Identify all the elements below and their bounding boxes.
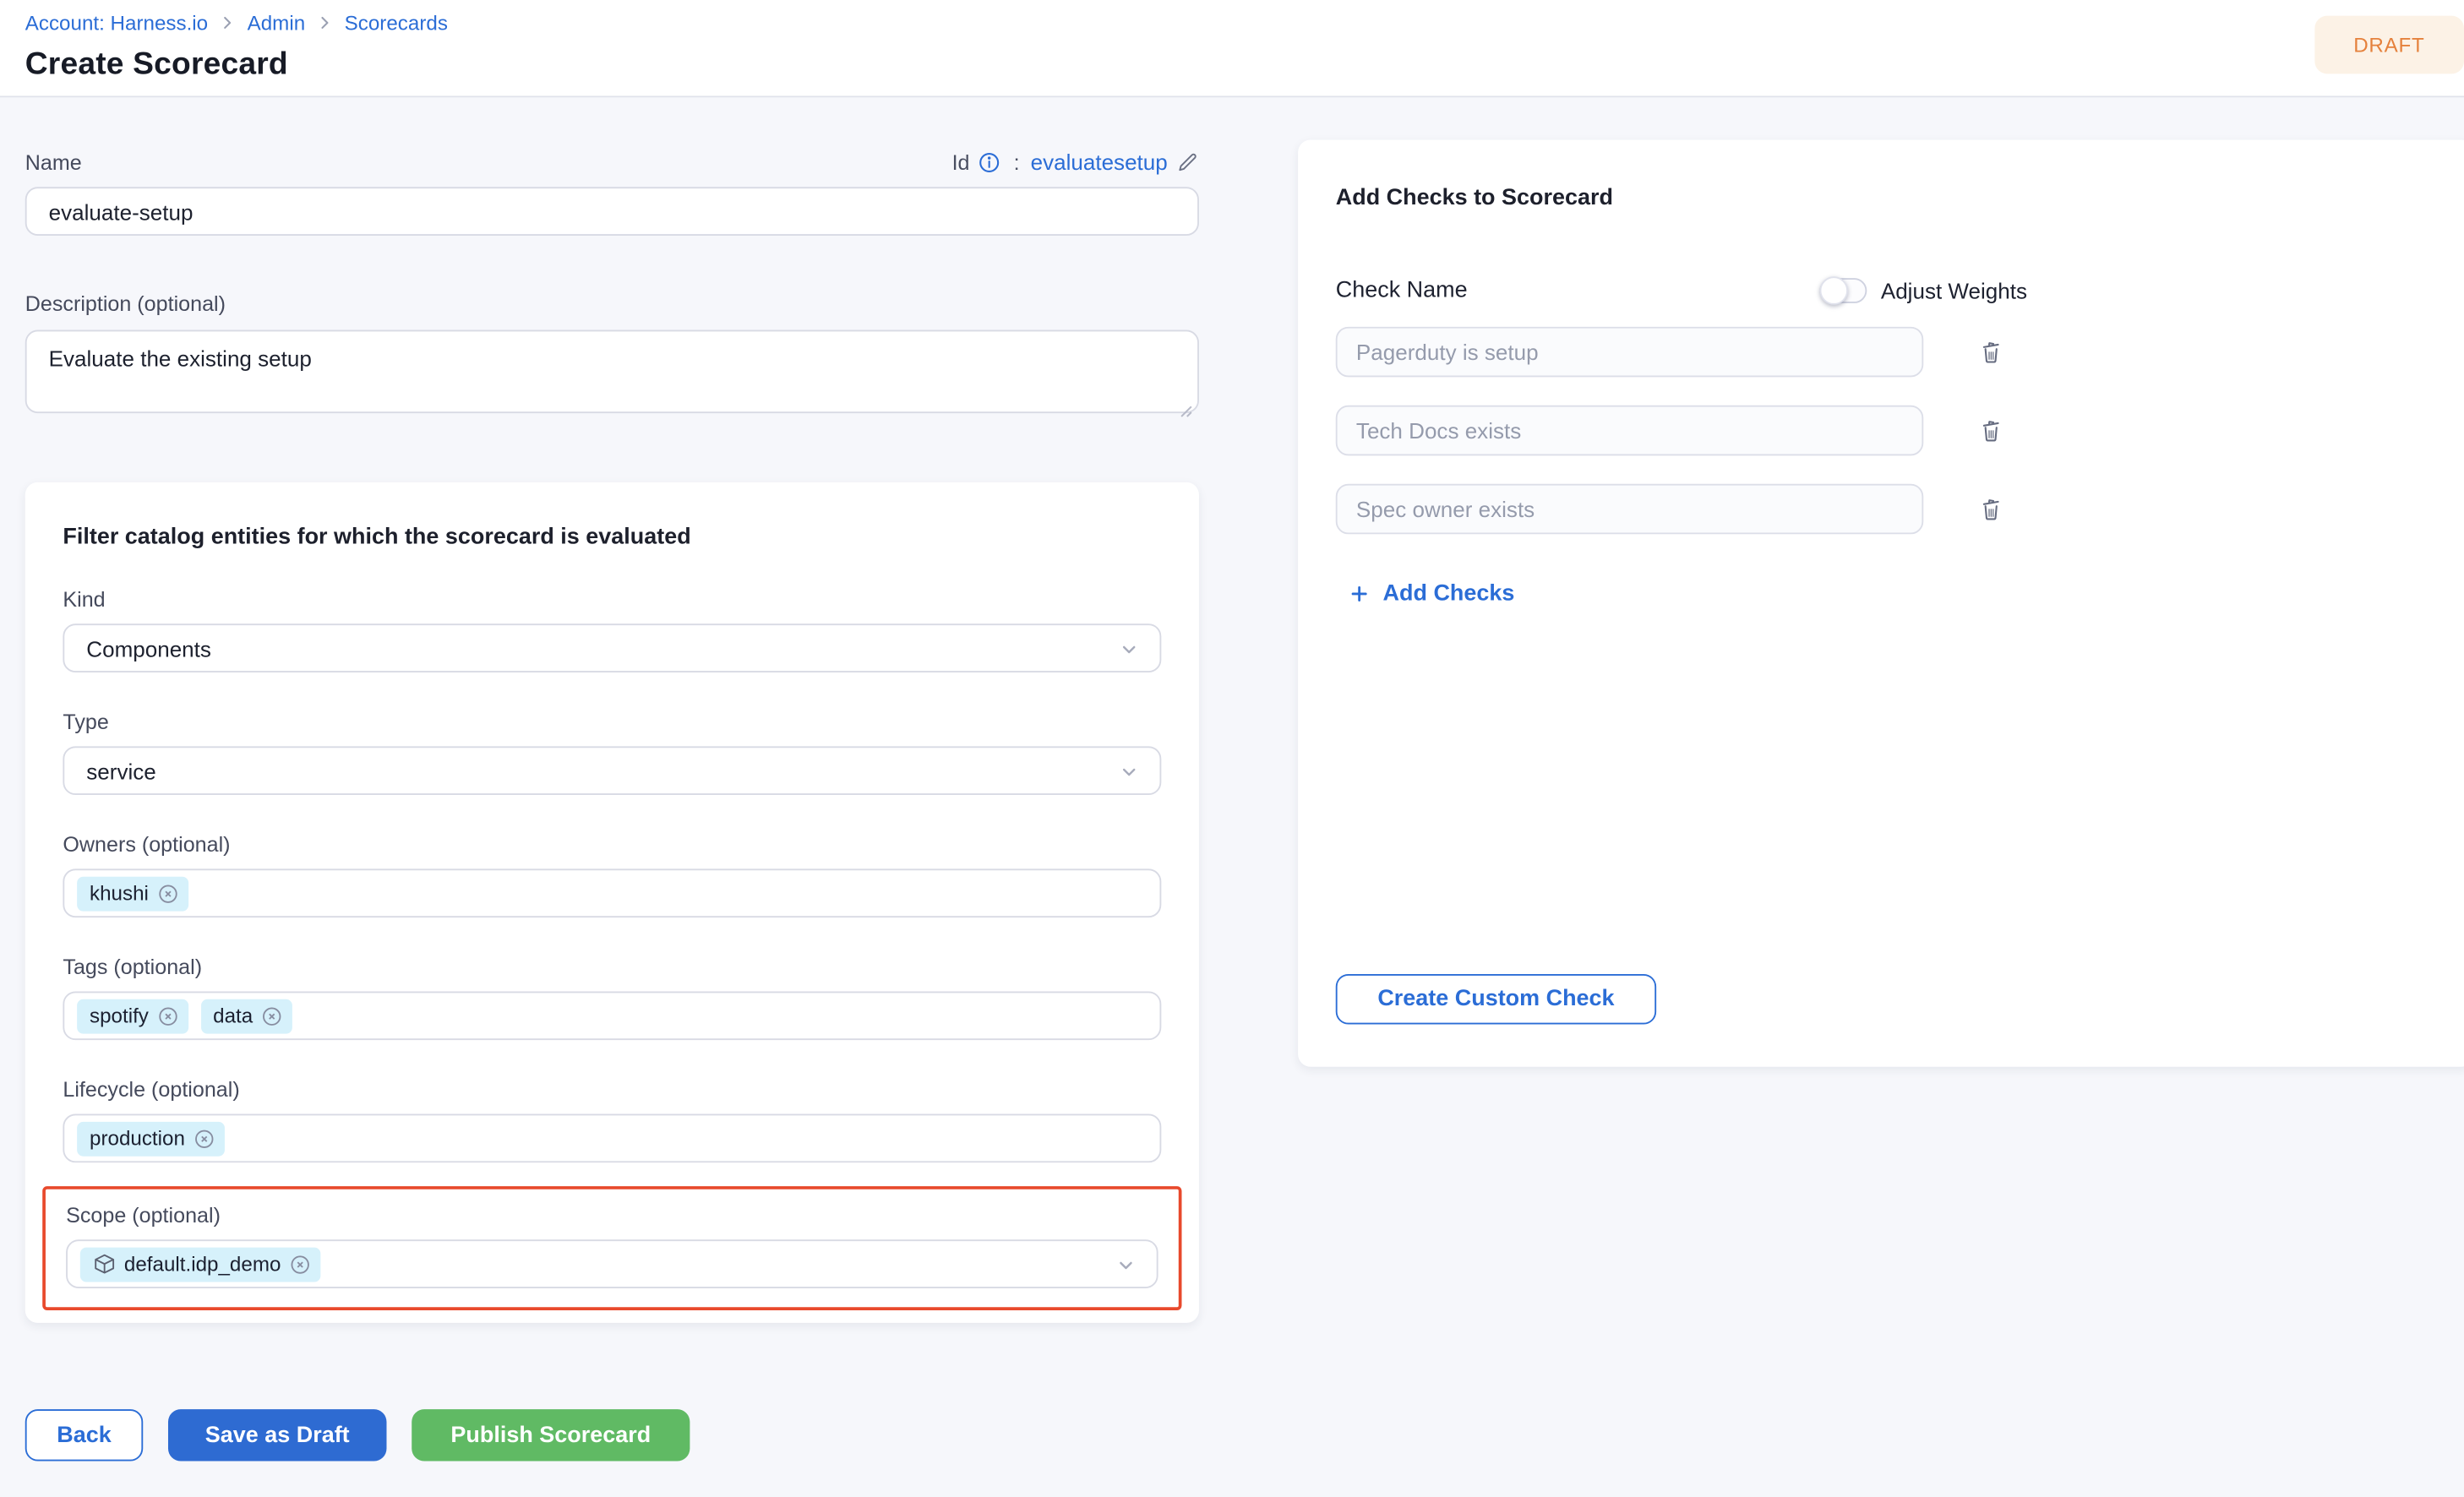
scope-highlight-box: Scope (optional) default.idp_demo	[42, 1186, 1181, 1310]
adjust-weights-group: Adjust Weights	[1819, 278, 2027, 303]
scorecard-id-row: Id : evaluatesetup	[952, 150, 1199, 175]
page-title: Create Scorecard	[25, 47, 2439, 84]
scope-chip: default.idp_demo	[80, 1247, 320, 1282]
breadcrumb-admin-link[interactable]: Admin	[248, 10, 306, 34]
kind-select[interactable]: Components	[63, 623, 1161, 672]
description-label: Description (optional)	[25, 292, 1199, 316]
type-select[interactable]: service	[63, 746, 1161, 795]
adjust-weights-label: Adjust Weights	[1881, 278, 2027, 303]
check-name-input[interactable]: Spec owner exists	[1336, 484, 1924, 535]
id-label: Id	[952, 150, 970, 174]
check-name-input[interactable]: Pagerduty is setup	[1336, 327, 1924, 378]
id-separator: :	[1014, 150, 1020, 174]
description-textarea[interactable]: Evaluate the existing setup	[25, 330, 1199, 414]
chevron-down-icon	[1115, 1255, 1136, 1276]
lifecycle-chip: production	[77, 1121, 224, 1156]
tag-chip: spotify	[77, 999, 188, 1033]
lifecycle-label: Lifecycle (optional)	[63, 1078, 1161, 1102]
content-area: Name Id : evaluatesetup Description (opt…	[0, 97, 2464, 1497]
create-custom-check-button[interactable]: Create Custom Check	[1336, 974, 1656, 1025]
type-group: Type service	[63, 710, 1161, 795]
lifecycle-input[interactable]: production	[63, 1114, 1161, 1163]
check-header-row: Check Name Adjust Weights	[1336, 278, 2027, 303]
adjust-weights-toggle[interactable]	[1819, 278, 1867, 303]
tag-chip: data	[200, 999, 292, 1033]
plus-icon	[1349, 583, 1371, 605]
check-rows: Pagerduty is setup Tech Docs exists	[1336, 327, 2436, 534]
cube-icon	[93, 1252, 117, 1276]
tags-label: Tags (optional)	[63, 955, 1161, 979]
resize-handle[interactable]	[1179, 398, 1193, 412]
add-checks-button[interactable]: Add Checks	[1349, 581, 1515, 607]
type-label: Type	[63, 710, 1161, 734]
check-row: Pagerduty is setup	[1336, 327, 2436, 378]
back-button[interactable]: Back	[25, 1409, 143, 1461]
check-name-input[interactable]: Tech Docs exists	[1336, 406, 1924, 456]
trash-icon[interactable]	[1977, 495, 2005, 523]
lifecycle-group: Lifecycle (optional) production	[63, 1078, 1161, 1162]
scorecard-id-value[interactable]: evaluatesetup	[1031, 150, 1168, 175]
name-input[interactable]	[25, 187, 1199, 236]
check-row: Tech Docs exists	[1336, 406, 2436, 456]
check-row: Spec owner exists	[1336, 484, 2436, 535]
description-field: Evaluate the existing setup	[25, 330, 1199, 422]
status-badge: DRAFT	[2314, 16, 2464, 74]
chip-close-icon[interactable]	[193, 1127, 215, 1149]
chip-close-icon[interactable]	[156, 1004, 178, 1026]
save-as-draft-button[interactable]: Save as Draft	[168, 1409, 386, 1461]
chip-close-icon[interactable]	[289, 1253, 311, 1275]
chip-close-icon[interactable]	[261, 1004, 283, 1026]
scope-chip-label: default.idp_demo	[124, 1252, 281, 1276]
filter-heading: Filter catalog entities for which the sc…	[63, 525, 1161, 550]
owner-chip: khushi	[77, 876, 188, 911]
kind-label: Kind	[63, 588, 1161, 612]
chip-close-icon[interactable]	[156, 882, 178, 904]
page-header: Account: Harness.io Admin Scorecards Cre…	[0, 0, 2464, 97]
trash-icon[interactable]	[1977, 338, 2005, 366]
toggle-knob	[1819, 276, 1847, 304]
create-scorecard-page: Account: Harness.io Admin Scorecards Cre…	[0, 0, 2464, 1497]
kind-value: Components	[86, 635, 211, 661]
footer-actions: Back Save as Draft Publish Scorecard	[25, 1409, 690, 1461]
owners-label: Owners (optional)	[63, 833, 1161, 857]
tags-input[interactable]: spotify data	[63, 991, 1161, 1040]
breadcrumb-account-link[interactable]: Account: Harness.io	[25, 10, 208, 34]
scorecard-form: Name Id : evaluatesetup Description (opt…	[25, 97, 1199, 1323]
edit-pencil-icon[interactable]	[1175, 150, 1199, 174]
scope-select[interactable]: default.idp_demo	[66, 1239, 1158, 1288]
trash-icon[interactable]	[1977, 416, 2005, 444]
filter-card: Filter catalog entities for which the sc…	[25, 482, 1199, 1323]
checks-heading: Add Checks to Scorecard	[1336, 185, 2436, 210]
add-checks-label: Add Checks	[1383, 581, 1515, 607]
breadcrumb: Account: Harness.io Admin Scorecards	[25, 8, 2439, 35]
kind-group: Kind Components	[63, 588, 1161, 672]
chevron-right-icon	[316, 14, 333, 31]
info-icon[interactable]	[978, 150, 1001, 174]
checks-panel: Add Checks to Scorecard Check Name Adjus…	[1298, 140, 2464, 1067]
breadcrumb-scorecards-link[interactable]: Scorecards	[345, 10, 448, 34]
owners-group: Owners (optional) khushi	[63, 833, 1161, 917]
tags-group: Tags (optional) spotify	[63, 955, 1161, 1040]
type-value: service	[86, 758, 155, 783]
name-label: Name	[25, 150, 82, 174]
chevron-right-icon	[219, 14, 236, 31]
scope-label: Scope (optional)	[66, 1204, 1158, 1228]
check-name-label: Check Name	[1336, 278, 1468, 303]
owners-input[interactable]: khushi	[63, 868, 1161, 917]
chevron-down-icon	[1119, 762, 1139, 782]
chevron-down-icon	[1119, 640, 1139, 660]
publish-scorecard-button[interactable]: Publish Scorecard	[412, 1409, 690, 1461]
